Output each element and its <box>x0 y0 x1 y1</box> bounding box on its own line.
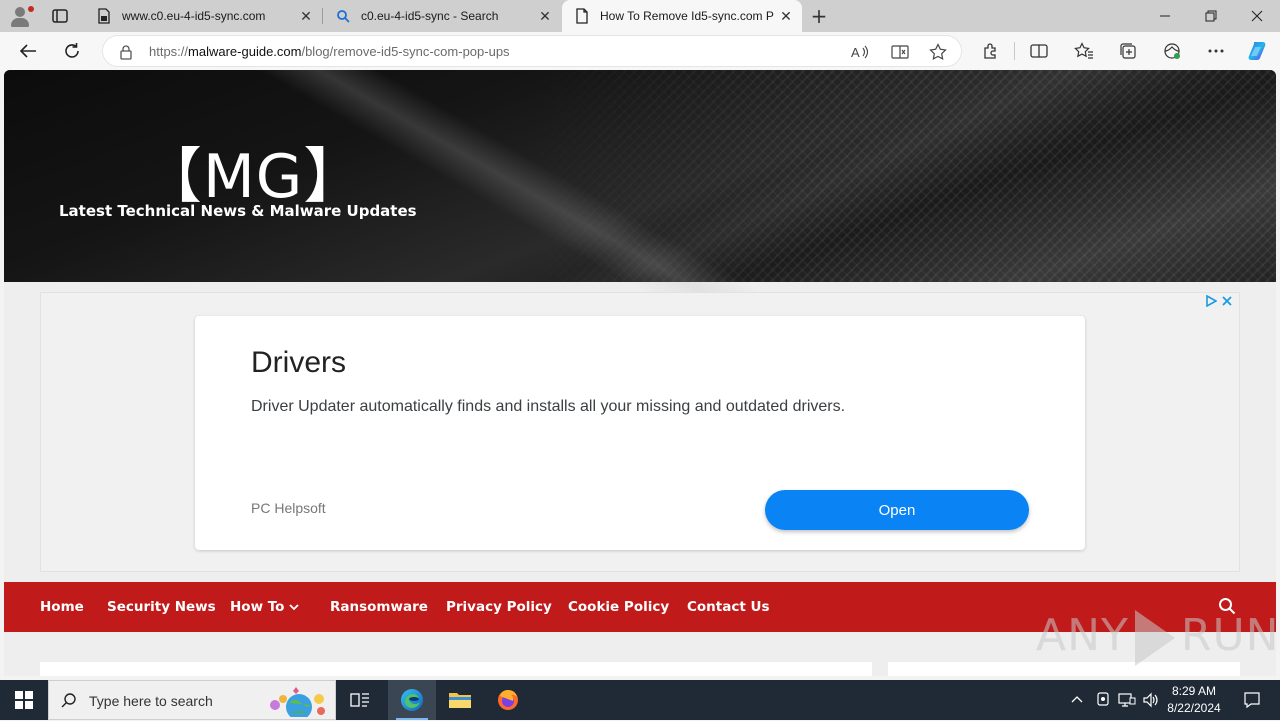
tab-actions-icon[interactable] <box>50 6 70 26</box>
nav-cookie-policy[interactable]: Cookie Policy <box>568 599 669 615</box>
favorites-icon[interactable] <box>1072 40 1096 62</box>
address-bar[interactable]: https://malware-guide.com/blog/remove-id… <box>102 35 962 67</box>
start-button[interactable] <box>0 680 48 720</box>
tab-strip: www.c0.eu-4-id5-sync.com ✕ c0.eu-4-id5-s… <box>0 0 1280 32</box>
url-path: /blog/remove-id5-sync-com-pop-ups <box>301 44 510 59</box>
tab-label: c0.eu-4-id5-sync - Search <box>361 9 499 23</box>
taskbar-search-placeholder: Type here to search <box>89 693 213 709</box>
system-clock[interactable]: 8:29 AM 8/22/2024 <box>1160 683 1228 717</box>
close-window-button[interactable] <box>1234 0 1280 32</box>
watermark-left: ANY <box>1036 610 1129 661</box>
browser-toolbar: https://malware-guide.com/blog/remove-id… <box>0 32 1280 70</box>
ad-container: Drivers Driver Updater automatically fin… <box>40 292 1240 572</box>
read-aloud-icon[interactable]: A <box>849 42 871 62</box>
page-viewport: 【MG】 Latest Technical News & Malware Upd… <box>4 70 1276 676</box>
edge-taskbar-icon[interactable] <box>388 680 436 720</box>
copilot-icon[interactable] <box>1244 40 1272 62</box>
anyrun-watermark: ANY RUN <box>1036 610 1280 666</box>
notification-center-icon[interactable] <box>1232 680 1272 720</box>
minimize-button[interactable] <box>1142 0 1188 32</box>
ad-close-icon <box>1222 296 1232 306</box>
windows-taskbar: Type here to search 8:29 AM 8/22/2024 <box>0 680 1280 720</box>
refresh-button[interactable] <box>58 38 86 64</box>
file-explorer-icon[interactable] <box>436 680 484 720</box>
search-icon <box>61 692 77 712</box>
site-tagline: Latest Technical News & Malware Updates <box>59 202 417 220</box>
show-hidden-icons-icon[interactable] <box>1071 692 1083 707</box>
adchoices-play-icon <box>1206 295 1217 307</box>
lock-icon[interactable] <box>119 44 133 64</box>
ad-card[interactable]: Drivers Driver Updater automatically fin… <box>195 316 1085 550</box>
task-view-icon[interactable] <box>336 680 384 720</box>
search-icon <box>335 8 351 24</box>
url-host: malware-guide.com <box>188 44 302 59</box>
collections-icon[interactable] <box>1116 40 1140 62</box>
browser-essentials-icon[interactable] <box>1160 40 1184 62</box>
nav-ransomware[interactable]: Ransomware <box>330 599 428 615</box>
clock-date: 8/22/2024 <box>1167 701 1221 715</box>
ad-advertiser[interactable]: PC Helpsoft <box>251 500 326 516</box>
new-tab-button[interactable]: + <box>808 4 830 28</box>
favorite-star-icon[interactable] <box>927 42 949 62</box>
url-text[interactable]: https://malware-guide.com/blog/remove-id… <box>149 44 510 59</box>
nav-home[interactable]: Home <box>40 599 84 615</box>
tab-2[interactable]: c0.eu-4-id5-sync - Search ✕ <box>323 0 561 32</box>
ad-open-button[interactable]: Open <box>765 490 1029 530</box>
tab-label: www.c0.eu-4-id5-sync.com <box>122 9 266 23</box>
back-button[interactable] <box>14 38 42 64</box>
svg-text:A: A <box>851 45 860 60</box>
chevron-down-icon <box>289 599 299 615</box>
firefox-icon[interactable] <box>484 680 532 720</box>
watermark-right: RUN <box>1180 610 1280 661</box>
nav-security-news[interactable]: Security News <box>107 599 216 615</box>
close-tab-icon[interactable]: ✕ <box>776 6 796 26</box>
immersive-reader-icon[interactable] <box>889 42 911 62</box>
ad-description: Driver Updater automatically finds and i… <box>251 398 846 415</box>
main-content-area <box>40 662 872 676</box>
clock-time: 8:29 AM <box>1171 684 1217 698</box>
volume-icon[interactable] <box>1142 692 1160 712</box>
nav-privacy-policy[interactable]: Privacy Policy <box>446 599 552 615</box>
extensions-icon[interactable] <box>979 40 1003 62</box>
toolbar-divider <box>1014 42 1015 60</box>
tab-3-active[interactable]: How To Remove Id5-sync.com P ✕ <box>562 0 802 32</box>
close-tab-icon[interactable]: ✕ <box>296 6 316 26</box>
tab-label: How To Remove Id5-sync.com P <box>600 9 774 23</box>
meet-now-icon[interactable] <box>1096 691 1110 711</box>
more-menu-icon[interactable] <box>1204 40 1228 62</box>
search-highlight-globe-icon <box>259 685 329 720</box>
nav-contact-us[interactable]: Contact Us <box>687 599 770 615</box>
ad-choices[interactable] <box>1205 295 1233 307</box>
taskbar-search-box[interactable]: Type here to search <box>48 680 336 720</box>
network-icon[interactable] <box>1118 692 1136 712</box>
page-icon <box>574 8 590 24</box>
url-scheme: https:// <box>149 44 189 59</box>
split-screen-icon[interactable] <box>1027 40 1051 62</box>
profile-avatar-icon[interactable] <box>8 4 34 28</box>
tab-1[interactable]: www.c0.eu-4-id5-sync.com ✕ <box>84 0 322 32</box>
ad-title[interactable]: Drivers <box>251 346 346 380</box>
nav-how-to-label: How To <box>230 599 285 615</box>
restore-button[interactable] <box>1188 0 1234 32</box>
close-tab-icon[interactable]: ✕ <box>535 6 555 26</box>
nav-how-to[interactable]: How To <box>230 599 299 615</box>
site-header-banner: 【MG】 Latest Technical News & Malware Upd… <box>4 70 1276 361</box>
play-logo-icon <box>1134 610 1175 666</box>
page-lock-icon <box>96 8 112 24</box>
